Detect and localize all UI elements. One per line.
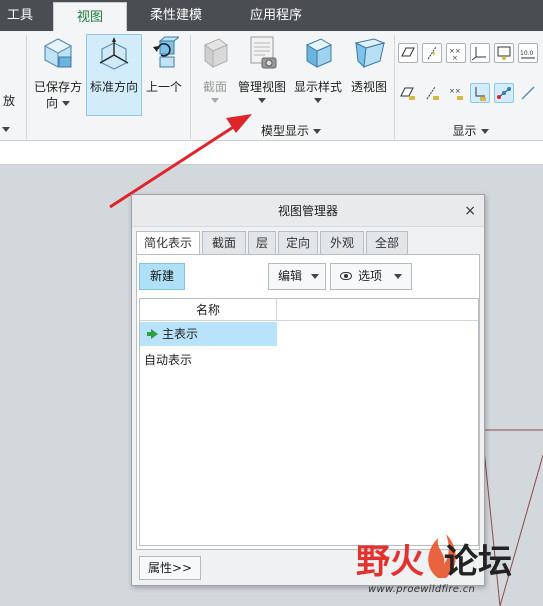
watermark-url: www.proewildfire.cn <box>368 584 476 595</box>
section-icon <box>204 38 228 68</box>
manage-views-icon <box>250 36 277 69</box>
tab-layers[interactable]: 层 <box>248 231 276 255</box>
svg-text:10.0: 10.0 <box>520 50 534 57</box>
list-item-auto-rep[interactable]: 自动表示 <box>140 348 277 372</box>
datum-plane-tag-icon <box>400 87 415 100</box>
display-style-icon <box>305 38 333 68</box>
svg-text:××: ×× <box>449 87 461 95</box>
coord-sys-icon <box>471 47 486 61</box>
spin-center-button[interactable] <box>494 83 514 103</box>
slash-icon <box>521 86 535 100</box>
datum-plane-display-button[interactable] <box>398 43 418 63</box>
close-icon[interactable]: × <box>464 195 476 227</box>
axis-tag-icon <box>426 86 439 100</box>
svg-text:×: × <box>452 54 458 62</box>
forum-watermark: 野火 论坛 www.proewildfire.cn <box>356 520 543 606</box>
perspective-view-icon <box>354 38 386 69</box>
show-group-label[interactable]: 显示 <box>398 122 543 139</box>
edit-dropdown[interactable]: 编辑 <box>268 263 326 290</box>
options-dropdown[interactable]: 选项 <box>330 263 412 290</box>
standard-orientation-icon <box>99 37 129 70</box>
dimension-icon: 10.0 <box>520 50 535 59</box>
clipped-show-button[interactable] <box>518 83 538 103</box>
previous-view-icon <box>153 36 179 68</box>
display-style-button[interactable]: 显示样式 <box>292 35 344 103</box>
ribbon-footer-strip <box>0 141 543 165</box>
axis-tag-button[interactable] <box>422 83 442 103</box>
tab-appearance[interactable]: 外观 <box>320 231 364 255</box>
manage-views-label: 管理视图 <box>237 80 286 94</box>
tab-tools[interactable]: 工具 <box>0 0 40 31</box>
active-arrow-icon <box>147 328 158 339</box>
annotation-display-button[interactable] <box>494 43 514 63</box>
spin-center-icon <box>497 87 511 99</box>
manage-views-button[interactable]: 管理视图 <box>236 35 288 103</box>
annotation-icon <box>497 46 511 60</box>
clipped-label: 放 <box>2 94 15 108</box>
name-column-header[interactable]: 名称 <box>140 299 277 321</box>
new-button[interactable]: 新建 <box>139 263 185 290</box>
ribbon: 放 已保存方 向 标准方向 上一个 截面 管理视图 显示样式 透视图 模型显示 … <box>0 31 543 141</box>
datum-axis-icon <box>427 46 437 60</box>
group-separator <box>26 35 27 139</box>
column-header-empty <box>277 299 478 321</box>
saved-orientations-button[interactable]: 已保存方 向 <box>32 35 84 111</box>
previous-view-label: 上一个 <box>145 80 182 94</box>
datum-plane-tag-button[interactable] <box>398 83 418 103</box>
dimension-display-button[interactable]: 10.0 <box>518 43 538 63</box>
perspective-view-label: 透视图 <box>350 80 387 94</box>
tab-flexible-modeling[interactable]: 柔性建模 <box>140 0 212 31</box>
section-button[interactable]: 截面 <box>196 35 234 103</box>
clipped-group-caret <box>2 127 10 132</box>
representation-list[interactable]: 名称 主表示 自动表示 <box>139 298 479 546</box>
saved-orientations-label: 已保存方 <box>33 80 82 94</box>
saved-orientations-label-line2: 向 <box>32 95 84 111</box>
datum-point-display-button[interactable]: ×× × <box>446 43 466 63</box>
datum-plane-icon <box>401 47 415 57</box>
ribbon-clipped-button[interactable]: 放 <box>0 93 18 109</box>
ribbon-tab-bar: 工具 视图 柔性建模 应用程序 <box>0 0 543 31</box>
simplified-rep-panel: 新建 编辑 选项 名称 主表示 自动表示 <box>136 254 480 550</box>
perspective-view-button[interactable]: 透视图 <box>348 35 390 95</box>
tab-orient[interactable]: 定向 <box>278 231 318 255</box>
tab-all[interactable]: 全部 <box>366 231 408 255</box>
tab-simplified-rep[interactable]: 简化表示 <box>136 231 200 256</box>
group-separator <box>190 35 191 139</box>
section-label: 截面 <box>202 80 227 94</box>
tab-sections[interactable]: 截面 <box>202 231 246 255</box>
eye-icon <box>340 271 352 280</box>
list-item-master-rep[interactable]: 主表示 <box>140 322 277 346</box>
csys-tag-button[interactable] <box>470 83 490 103</box>
properties-button[interactable]: 属性>> <box>139 556 201 580</box>
tab-view[interactable]: 视图 <box>53 2 127 31</box>
watermark-brand: 野火 <box>356 542 424 582</box>
point-tag-icon: ×× <box>449 87 463 100</box>
coord-sys-display-button[interactable] <box>470 43 490 63</box>
datum-axis-display-button[interactable] <box>422 43 442 63</box>
standard-orientation-button[interactable]: 标准方向 <box>86 34 142 116</box>
previous-view-button[interactable]: 上一个 <box>144 35 184 95</box>
model-display-group-label[interactable]: 模型显示 <box>236 122 346 139</box>
dialog-title: 视图管理器 <box>132 195 484 227</box>
watermark-forum: 论坛 <box>444 542 512 582</box>
group-separator <box>394 35 395 139</box>
datum-point-icon: ××× <box>449 47 461 62</box>
standard-orientation-label: 标准方向 <box>89 80 138 94</box>
display-style-label: 显示样式 <box>293 80 342 94</box>
tab-applications[interactable]: 应用程序 <box>236 0 316 31</box>
saved-orientation-icon <box>43 38 73 68</box>
csys-tag-icon <box>475 87 486 101</box>
point-tag-button[interactable]: ×× <box>446 83 466 103</box>
